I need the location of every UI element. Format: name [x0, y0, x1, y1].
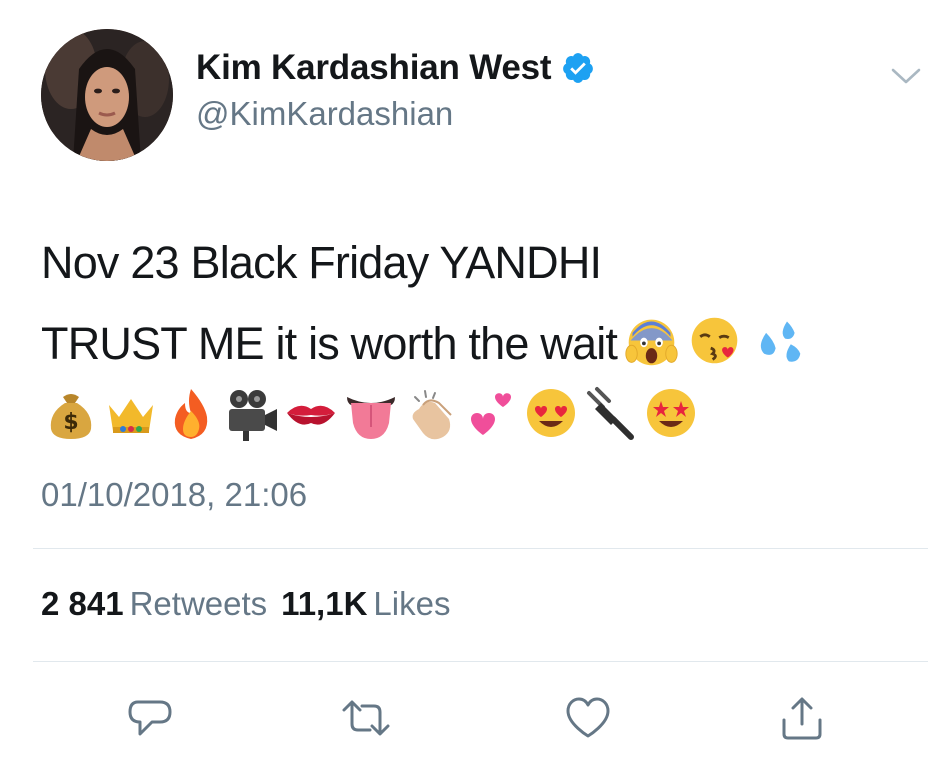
movie-camera-icon	[221, 383, 281, 443]
share-icon	[782, 697, 822, 740]
star-struck-face-icon	[641, 383, 701, 443]
retweets-label: Retweets	[129, 585, 268, 622]
two-hearts-icon	[461, 383, 521, 443]
author-handle[interactable]: @KimKardashian	[196, 95, 453, 133]
retweets-stat[interactable]: 2 841 Retweets	[41, 585, 267, 622]
verified-badge-icon	[561, 51, 595, 85]
likes-stat[interactable]: 11,1K Likes	[281, 585, 450, 622]
sweat-droplets-icon	[749, 312, 806, 369]
retweet-button[interactable]	[340, 694, 392, 742]
likes-label: Likes	[373, 585, 451, 622]
tweet-text-line-2: TRUST ME it is worth the wait	[41, 303, 921, 384]
reply-button[interactable]	[124, 694, 176, 742]
tweet-timestamp[interactable]: 01/10/2018, 21:06	[41, 476, 307, 514]
tweet-stats: 2 841 Retweets 11,1K Likes	[41, 585, 450, 623]
fire-icon	[161, 383, 221, 443]
tweet-text-line-2-text: TRUST ME it is worth the wait	[41, 318, 618, 369]
clapping-hands-icon	[401, 383, 461, 443]
divider	[33, 661, 928, 662]
tweet-text: Nov 23 Black Friday YANDHI TRUST ME it i…	[41, 222, 921, 384]
kiss-mark-icon	[281, 383, 341, 443]
display-name[interactable]: Kim Kardashian West	[196, 48, 552, 88]
reply-icon	[128, 700, 172, 736]
avatar[interactable]	[41, 29, 173, 161]
tweet-text-line-1: Nov 23 Black Friday YANDHI	[41, 237, 602, 288]
heart-icon	[566, 697, 610, 738]
share-button[interactable]	[776, 694, 828, 742]
crown-icon	[101, 383, 161, 443]
heart-eyes-face-icon	[521, 383, 581, 443]
like-button[interactable]	[562, 694, 614, 742]
retweets-count: 2 841	[41, 585, 124, 622]
face-blowing-kiss-icon	[686, 312, 743, 369]
author-name-row[interactable]: Kim Kardashian West	[196, 48, 595, 88]
chevron-down-icon	[891, 68, 921, 84]
electric-plug-icon	[581, 383, 641, 443]
svg-text:$: $	[63, 410, 78, 435]
tweet-emoji-row: $	[41, 381, 701, 445]
tongue-icon	[341, 383, 401, 443]
likes-count: 11,1K	[281, 585, 368, 622]
divider	[33, 548, 928, 549]
tweet-detail: Kim Kardashian West @KimKardashian Nov 2…	[0, 0, 940, 774]
screaming-face-icon	[623, 312, 680, 369]
more-options-button[interactable]	[888, 62, 924, 90]
money-bag-icon: $	[41, 383, 101, 443]
retweet-icon	[342, 700, 390, 736]
